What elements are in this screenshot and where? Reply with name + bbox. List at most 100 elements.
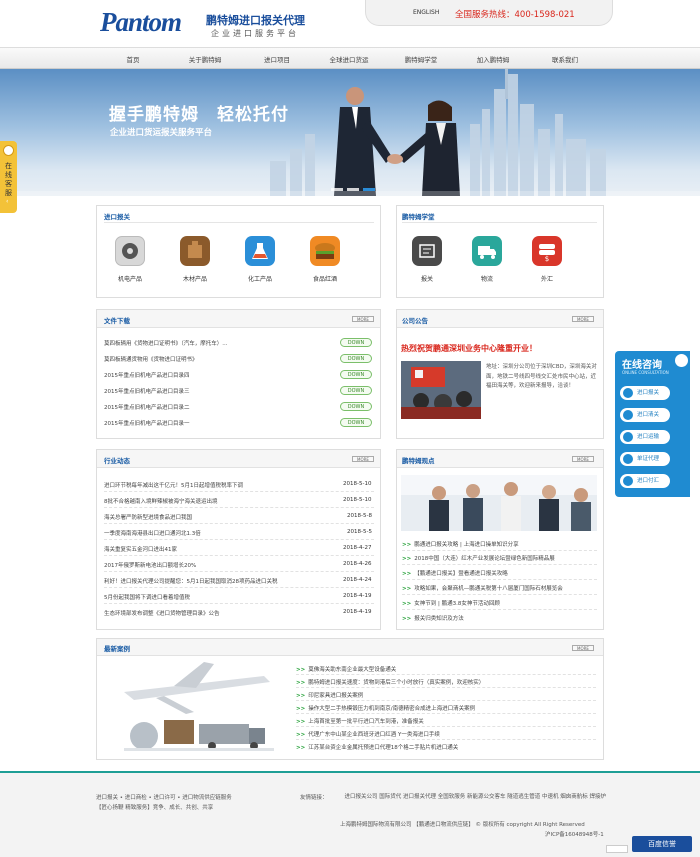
notice-photo[interactable] bbox=[401, 361, 481, 419]
news-item[interactable]: 进口环节税每年减出这千亿元！5月1日起增值税税率下调 bbox=[104, 481, 243, 489]
consult-btn-documents[interactable]: 单证代理 bbox=[620, 452, 670, 466]
case-item[interactable]: >> 鹏特姆进口报关速度：货物到港后三个小时放行（真实案例，欢迎核实） bbox=[296, 678, 484, 686]
case-item[interactable]: >> 江苏某台资企业金属托预进口代理18个格二手贴片机进口通关 bbox=[296, 743, 458, 751]
news-item[interactable]: 海关总署严防新型进境食品进口我国 bbox=[104, 513, 192, 521]
case-item[interactable]: >> 代理广东中山某企业西班牙进口红酒 Y一类海进口手续 bbox=[296, 730, 440, 738]
forex-icon[interactable]: $ bbox=[532, 236, 562, 266]
nav-about[interactable]: 关于鹏特姆 bbox=[170, 54, 240, 64]
logistics-case-image[interactable] bbox=[104, 662, 284, 755]
logistics-label[interactable]: 物流 bbox=[462, 274, 512, 283]
nav-school[interactable]: 鹏特姆学堂 bbox=[386, 54, 456, 64]
divider bbox=[104, 571, 374, 572]
download-item[interactable]: 2015年重点旧机电产品进口目录四 bbox=[104, 371, 190, 379]
cnzz-stat-icon[interactable] bbox=[606, 845, 628, 853]
nav-contact[interactable]: 联系我们 bbox=[530, 54, 600, 64]
friend-links-label: 友情链接： bbox=[300, 795, 328, 801]
download-item[interactable]: 莫四板辆通货物用《货物进口证明书》 bbox=[104, 355, 198, 363]
food-wine-icon[interactable] bbox=[310, 236, 340, 266]
logo-subtitle: 企业进口服务平台 bbox=[211, 29, 299, 38]
divider bbox=[104, 587, 374, 588]
chevron-left-icon: ‹ bbox=[6, 198, 9, 205]
baidu-credit-badge[interactable]: 百度信誉 bbox=[632, 836, 692, 852]
chemical-icon[interactable] bbox=[245, 236, 275, 266]
news-item[interactable]: 5月份起我国将下调进口看着增值税 bbox=[104, 593, 190, 601]
nav-global-freight[interactable]: 全球进口货运 bbox=[314, 54, 384, 64]
news-item[interactable]: 8批不合格越南入境鲜辣椒被海宁海关退运出境 bbox=[104, 497, 218, 505]
download-more-button[interactable]: MORE bbox=[352, 316, 374, 322]
divider bbox=[104, 555, 374, 556]
wood-icon[interactable] bbox=[180, 236, 210, 266]
chemical-label[interactable]: 化工产品 bbox=[235, 274, 285, 283]
qq-icon bbox=[623, 432, 633, 442]
footer-services[interactable]: 进口报关 • 进口商检 • 进口许可 • 进口物流供应链服务 bbox=[96, 793, 232, 801]
banner-dot-3[interactable] bbox=[363, 188, 375, 191]
divider bbox=[296, 713, 596, 714]
nav-home[interactable]: 首页 bbox=[98, 54, 168, 64]
forex-label[interactable]: 外汇 bbox=[522, 274, 572, 283]
view-item[interactable]: >> 女神节到 | 鹏通3.8女神节活动回顾 bbox=[402, 599, 500, 607]
customs-label[interactable]: 报关 bbox=[402, 274, 452, 283]
news-item[interactable]: 利好！进口报关代理公司提醒您：5月1日起我国取消28项药品进口关税 bbox=[104, 577, 278, 585]
view-item[interactable]: >> 报关归类知识及方法 bbox=[402, 614, 464, 622]
wood-label[interactable]: 木材产品 bbox=[170, 274, 220, 283]
logo-wordmark[interactable]: Pantom bbox=[100, 7, 182, 38]
consult-btn-transport[interactable]: 进口运输 bbox=[620, 430, 670, 444]
notice-headline[interactable]: 热烈祝贺鹏通深圳业务中心隆重开业！ bbox=[401, 343, 537, 354]
case-item[interactable]: >> 操作大型二手热模锻压力机到南京/南德精密合成进上海进口清关案例 bbox=[296, 704, 475, 712]
news-item[interactable]: 生态环境部发布调整《进口货物管理目录》公告 bbox=[104, 609, 220, 617]
machinery-label[interactable]: 机电产品 bbox=[105, 274, 155, 283]
divider bbox=[296, 726, 596, 727]
divider bbox=[104, 603, 374, 604]
food-wine-label[interactable]: 食品红酒 bbox=[300, 274, 350, 283]
divider bbox=[296, 700, 596, 701]
notice-more-button[interactable]: MORE bbox=[572, 316, 594, 322]
news-more-button[interactable]: MORE bbox=[352, 456, 374, 462]
down-button[interactable]: DOWN bbox=[340, 338, 372, 347]
case-item[interactable]: >> 印尼家具进口报关案例 bbox=[296, 691, 363, 699]
customs-icon[interactable] bbox=[412, 236, 442, 266]
footer bbox=[0, 773, 700, 857]
consult-btn-clearance[interactable]: 进口清关 bbox=[620, 408, 670, 422]
news-date: 2018-5-10 bbox=[343, 481, 372, 487]
divider bbox=[104, 222, 374, 223]
friend-links[interactable]: 进口报关公司 国际货代 进口报关代理 全国软服务 新能源公交客车 隧道逃生管道 … bbox=[332, 793, 607, 803]
down-button[interactable]: DOWN bbox=[340, 354, 372, 363]
news-date: 2018-5-5 bbox=[347, 529, 372, 535]
english-link[interactable]: ENGLISH bbox=[413, 9, 439, 16]
consult-subtitle: ONLINE CONSULTATION bbox=[622, 370, 669, 375]
view-more-button[interactable]: MORE bbox=[572, 456, 594, 462]
download-item[interactable]: 2015年重点旧机电产品进口目录二 bbox=[104, 403, 190, 411]
news-date: 2018-5-8 bbox=[347, 513, 372, 519]
consult-btn-payment[interactable]: 进口付汇 bbox=[620, 474, 670, 488]
school-panel-title: 鹏特姆学堂 bbox=[402, 213, 435, 221]
nav-join[interactable]: 加入鹏特姆 bbox=[458, 54, 528, 64]
view-item[interactable]: >> 攻略如果，会聚商机—鹏通关税第十八届厦门国际石材展览会 bbox=[402, 584, 563, 592]
consult-btn-customs[interactable]: 进口报关 bbox=[620, 386, 670, 400]
download-item[interactable]: 莫四板辆用《货物进口证明书》（汽车，摩托车）... bbox=[104, 339, 228, 347]
down-button[interactable]: DOWN bbox=[340, 386, 372, 395]
download-item[interactable]: 2015年重点旧机电产品进口目录一 bbox=[104, 419, 190, 427]
icp-number[interactable]: 沪ICP备16048948号-1 bbox=[545, 830, 604, 838]
view-item[interactable]: >> 鹏通进口报关攻略 | 上海进口操单知识分享 bbox=[402, 540, 519, 548]
meeting-photo[interactable] bbox=[401, 475, 597, 531]
machinery-icon[interactable] bbox=[115, 236, 145, 266]
view-panel-title: 鹏特姆观点 bbox=[402, 457, 435, 465]
news-date: 2018-4-24 bbox=[343, 577, 372, 583]
case-item[interactable]: >> 莫佛海关助东南企业最大型设备通关 bbox=[296, 665, 396, 673]
news-item[interactable]: 2017年俄罗斯新电池出口额增长20% bbox=[104, 561, 196, 569]
news-item[interactable]: 海关重复实五金河口进出41家 bbox=[104, 545, 177, 553]
news-item[interactable]: 一季度海南海港县出口进口通河北1.3倍 bbox=[104, 529, 201, 537]
down-button[interactable]: DOWN bbox=[340, 402, 372, 411]
logistics-icon[interactable] bbox=[472, 236, 502, 266]
down-button[interactable]: DOWN bbox=[340, 418, 372, 427]
case-item[interactable]: >> 上海首批至第一批平行进口汽车到港，准备报关 bbox=[296, 717, 424, 725]
banner-dot-1[interactable] bbox=[331, 188, 343, 191]
download-item[interactable]: 2015年重点旧机电产品进口目录三 bbox=[104, 387, 190, 395]
view-item[interactable]: >> 2018中国（大连）红木产业发展论坛暨绿色新国际精品展 bbox=[402, 554, 555, 562]
down-button[interactable]: DOWN bbox=[340, 370, 372, 379]
view-item[interactable]: >> 【鹏通进口报关】暨看通进口报关攻略 bbox=[402, 569, 508, 577]
qq-icon bbox=[623, 454, 633, 464]
banner-dot-2[interactable] bbox=[347, 188, 359, 191]
nav-import-projects[interactable]: 进口项目 bbox=[242, 54, 312, 64]
case-more-button[interactable]: MORE bbox=[572, 645, 594, 651]
